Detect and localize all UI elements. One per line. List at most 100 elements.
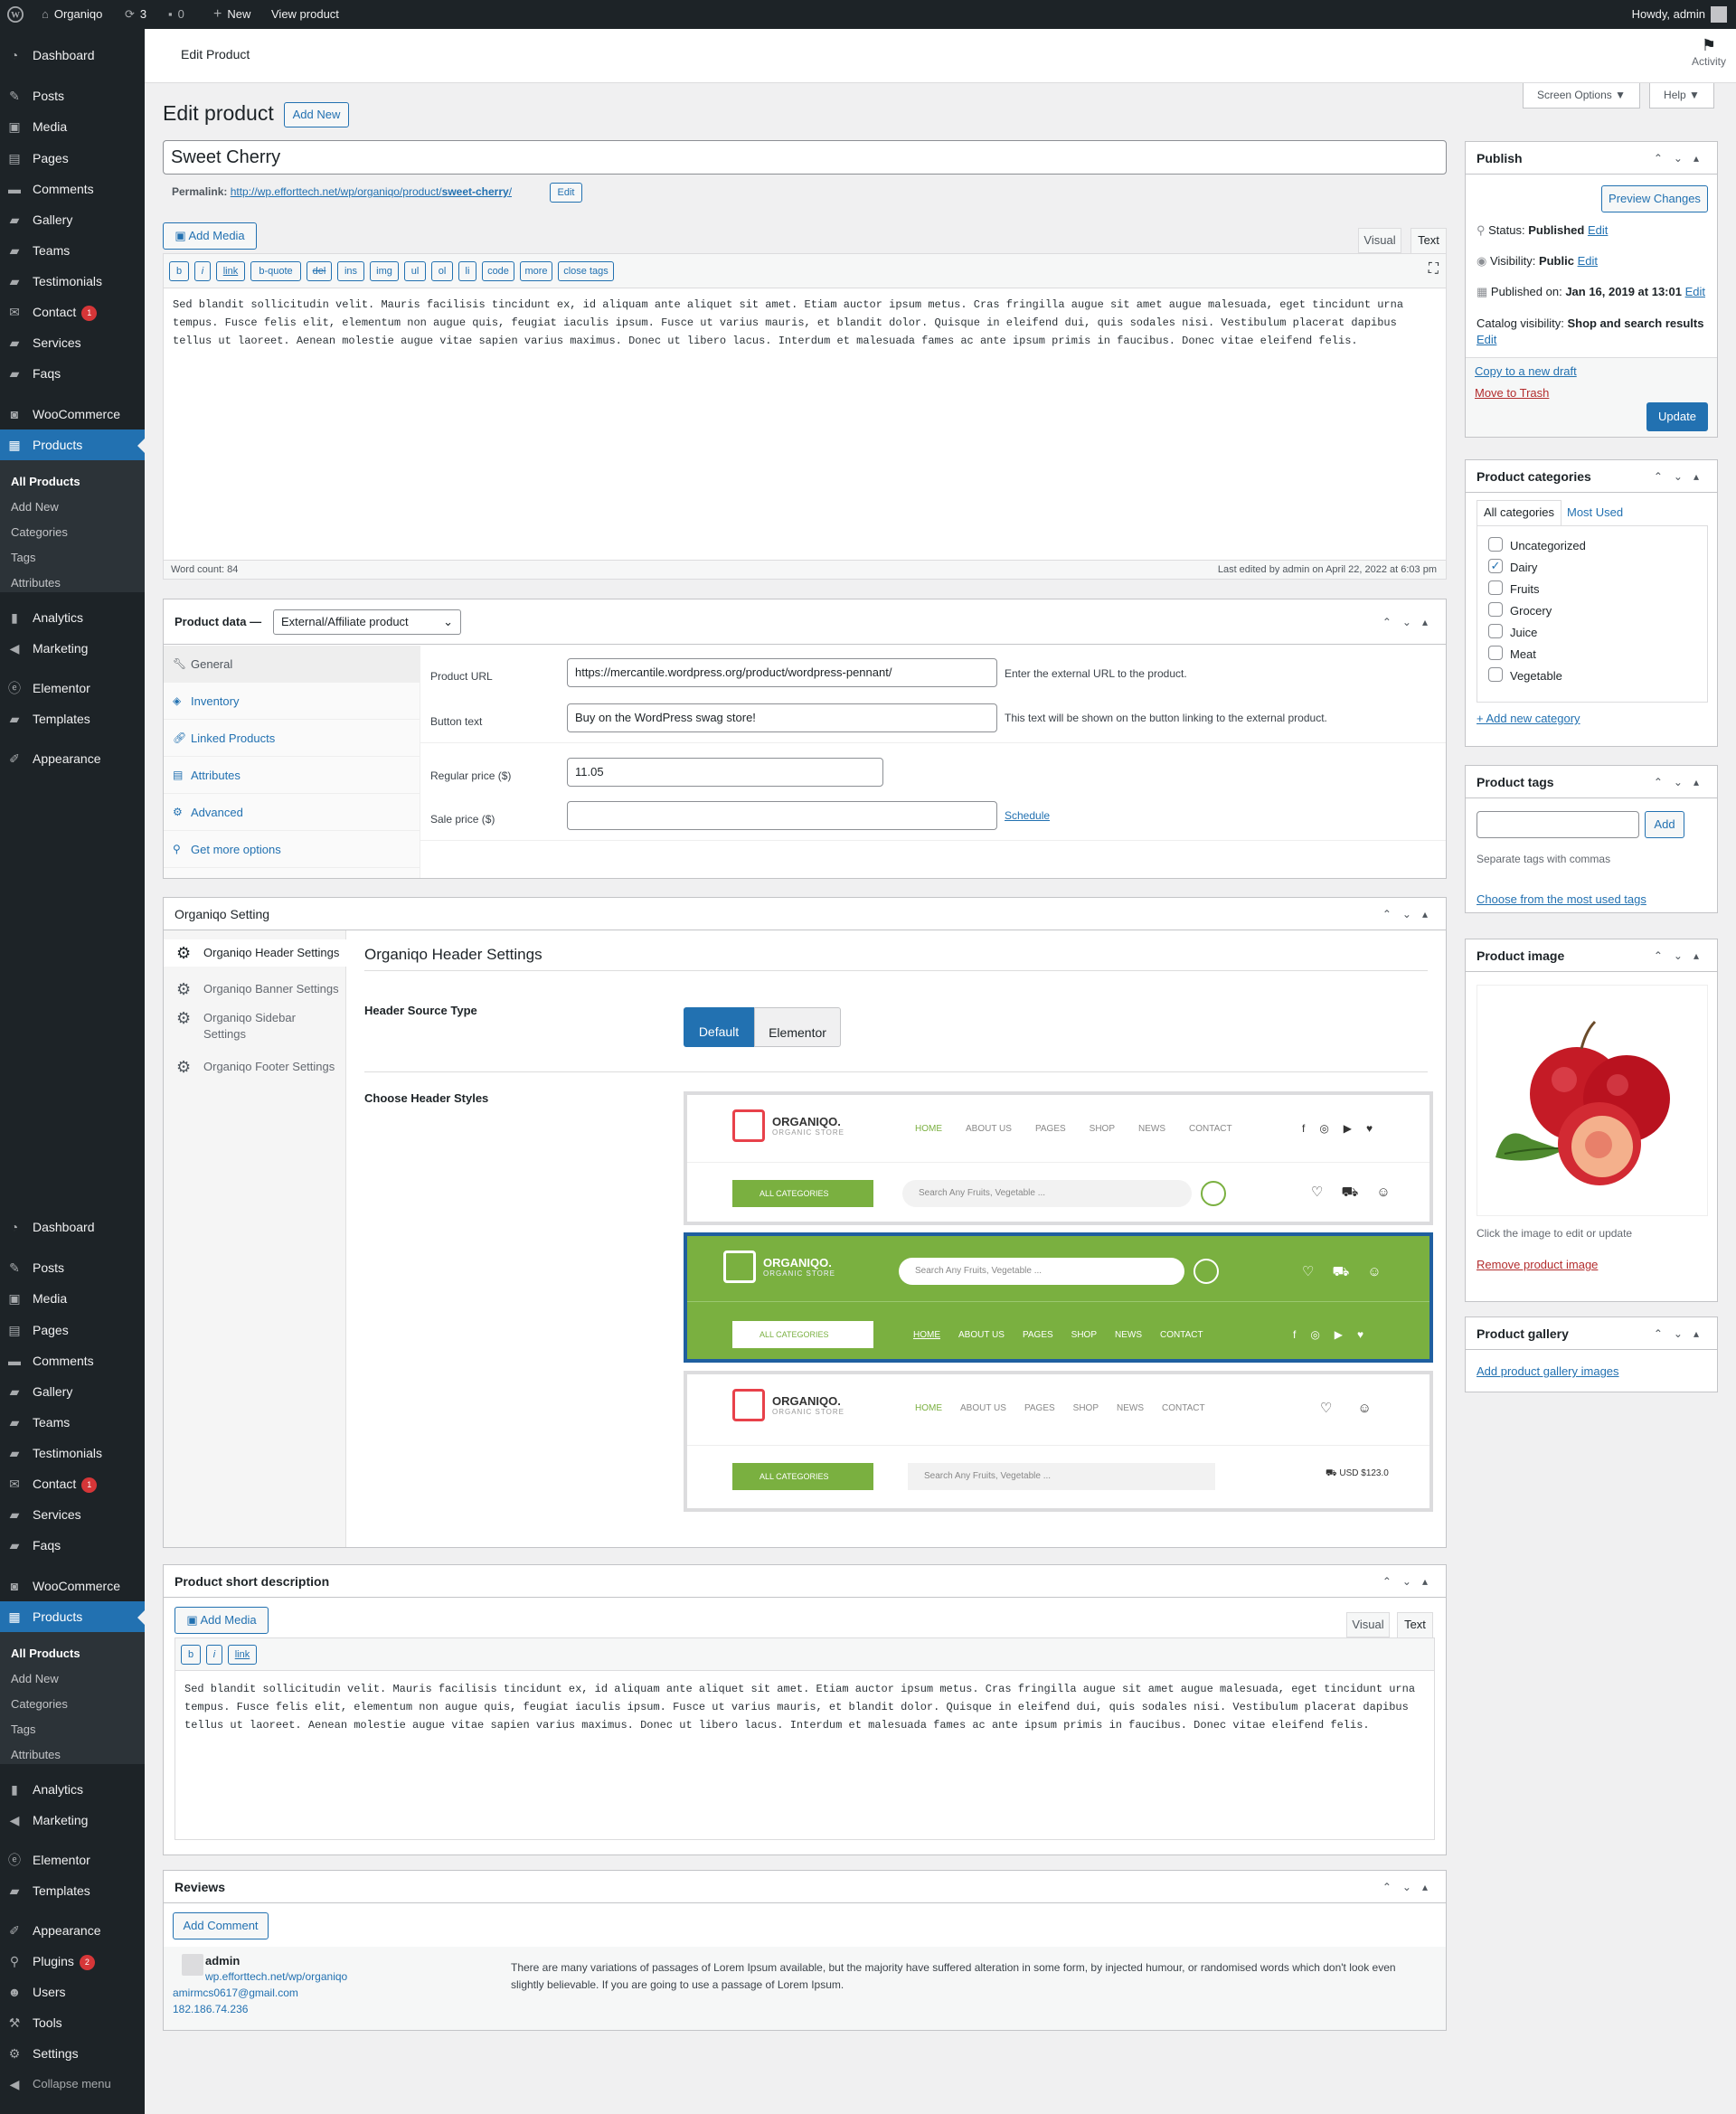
menu-gallery[interactable]: ▰ Gallery bbox=[0, 204, 145, 235]
menu-products[interactable]: ▦ Products bbox=[0, 429, 145, 460]
menu-elementor[interactable]: ⓔ Elementor bbox=[0, 673, 145, 703]
screen-options-button[interactable]: Screen Options ▼ bbox=[1523, 83, 1640, 109]
header-style-3[interactable]: ORGANIQO. ORGANIC STORE HOME ABOUT US PAGES… bbox=[684, 1371, 1433, 1512]
menu-testimonials[interactable]: ▰ Testimonials bbox=[0, 266, 145, 297]
preview-changes-button[interactable]: Preview Changes bbox=[1601, 185, 1708, 212]
product-title-input[interactable]: Sweet Cherry bbox=[163, 140, 1447, 175]
menu-marketing-2[interactable]: ◀ Marketing bbox=[0, 1805, 145, 1836]
edit-visibility-link[interactable]: Edit bbox=[1578, 254, 1598, 268]
menu-analytics-2[interactable]: ▮ Analytics bbox=[0, 1774, 145, 1805]
box-controls[interactable]: ⌃⌄▴ bbox=[1654, 766, 1710, 798]
product-type-select[interactable]: External/Affiliate product ⌄ bbox=[273, 609, 461, 635]
tab-organiqo-header[interactable]: ⚙ Organiqo Header Settings bbox=[164, 939, 346, 967]
tab-linked-products[interactable]: 🔗︎ Linked Products bbox=[164, 720, 420, 757]
menu-settings[interactable]: ⚙ Settings bbox=[0, 2038, 145, 2069]
updates-link[interactable]: ⟳ 3 bbox=[125, 0, 146, 29]
box-controls[interactable]: ⌃⌄▴ bbox=[1382, 898, 1439, 930]
menu-contact-2[interactable]: ✉ Contact 1 bbox=[0, 1468, 145, 1499]
menu-teams-2[interactable]: ▰ Teams bbox=[0, 1407, 145, 1438]
add-new-button[interactable]: Add New bbox=[284, 102, 349, 127]
product-image[interactable] bbox=[1477, 985, 1708, 1216]
box-controls[interactable]: ⌃⌄▴ bbox=[1654, 939, 1710, 972]
tab-all-categories[interactable]: All categories bbox=[1477, 500, 1561, 525]
qt-li[interactable]: li bbox=[458, 261, 476, 281]
update-button[interactable]: Update bbox=[1646, 402, 1708, 431]
button-text-input[interactable]: Buy on the WordPress swag store! bbox=[567, 703, 997, 732]
menu-analytics[interactable]: ▮ Analytics bbox=[0, 602, 145, 633]
my-account-link[interactable]: Howdy, admin bbox=[1632, 0, 1727, 29]
copy-to-draft-link[interactable]: Copy to a new draft bbox=[1475, 364, 1577, 378]
menu-dashboard[interactable]: ◔ Dashboard bbox=[0, 40, 145, 71]
menu-elementor-2[interactable]: ⓔ Elementor bbox=[0, 1845, 145, 1875]
qt-ul[interactable]: ul bbox=[404, 261, 426, 281]
qt-code[interactable]: code bbox=[482, 261, 514, 281]
menu-services-2[interactable]: ▰ Services bbox=[0, 1499, 145, 1530]
site-name-link[interactable]: ⌂ Organiqo bbox=[42, 0, 102, 29]
content-textarea[interactable]: Sed blandit sollicitudin velit. Mauris f… bbox=[173, 296, 1437, 350]
menu-woocommerce[interactable]: ◙ WooCommerce bbox=[0, 399, 145, 429]
qt-link[interactable]: link bbox=[216, 261, 245, 281]
tab-inventory[interactable]: ◈ Inventory bbox=[164, 683, 420, 720]
remove-product-image-link[interactable]: Remove product image bbox=[1477, 1258, 1598, 1271]
category-checkbox-vegetable[interactable] bbox=[1488, 667, 1503, 682]
menu-tools[interactable]: ⚒ Tools bbox=[0, 2007, 145, 2038]
qt-ins[interactable]: ins bbox=[337, 261, 364, 281]
box-controls[interactable]: ⌃⌄▴ bbox=[1654, 1317, 1710, 1350]
permalink-link[interactable]: http://wp.efforttech.net/wp/organiqo/pro… bbox=[231, 185, 512, 198]
menu-plugins[interactable]: ⚲ Plugins 2 bbox=[0, 1946, 145, 1977]
header-style-1[interactable]: ORGANIQO. ORGANIC STORE HOME ABOUT US PAGES… bbox=[684, 1091, 1433, 1225]
source-default-button[interactable]: Default bbox=[684, 1007, 754, 1047]
menu-dashboard-2[interactable]: ◔ Dashboard bbox=[0, 1212, 145, 1242]
edit-catalog-link[interactable]: Edit bbox=[1477, 333, 1496, 346]
qt-bold[interactable]: b bbox=[169, 261, 189, 281]
sale-price-input[interactable] bbox=[567, 801, 997, 830]
review-author-ip[interactable]: 182.186.74.236 bbox=[173, 2003, 248, 2015]
qt-close-tags[interactable]: close tags bbox=[558, 261, 614, 281]
submenu-categories[interactable]: Categories bbox=[11, 520, 68, 545]
menu-teams[interactable]: ▰ Teams bbox=[0, 235, 145, 266]
fullscreen-icon[interactable]: ⛶ bbox=[1429, 261, 1439, 278]
tab-visual[interactable]: Visual bbox=[1346, 1612, 1390, 1637]
menu-posts-2[interactable]: ✎ Posts bbox=[0, 1252, 145, 1283]
category-checkbox-grocery[interactable] bbox=[1488, 602, 1503, 617]
menu-faqs[interactable]: ▰ Faqs bbox=[0, 358, 145, 389]
source-elementor-button[interactable]: Elementor bbox=[754, 1007, 841, 1047]
help-button[interactable]: Help ▼ bbox=[1649, 83, 1714, 109]
submenu-add-new[interactable]: Add New bbox=[11, 1666, 59, 1692]
tab-text[interactable]: Text bbox=[1397, 1612, 1433, 1638]
activity-button[interactable]: ⚑ Activity bbox=[1682, 29, 1736, 83]
tab-organiqo-sidebar[interactable]: ⚙ Organiqo Sidebar Settings bbox=[164, 1010, 345, 1043]
menu-templates[interactable]: ▰ Templates bbox=[0, 703, 145, 734]
menu-appearance-2[interactable]: ✐ Appearance bbox=[0, 1915, 145, 1946]
submenu-tags[interactable]: Tags bbox=[11, 545, 35, 571]
submenu-tags[interactable]: Tags bbox=[11, 1717, 35, 1742]
qt-del[interactable]: del bbox=[307, 261, 332, 281]
box-controls[interactable]: ⌃⌄▴ bbox=[1654, 142, 1710, 175]
product-url-input[interactable]: https://mercantile.wordpress.org/product… bbox=[567, 658, 997, 687]
move-to-trash-link[interactable]: Move to Trash bbox=[1475, 386, 1549, 400]
box-controls[interactable]: ⌃⌄▴ bbox=[1654, 460, 1710, 493]
review-author-site[interactable]: wp.efforttech.net/wp/organiqo bbox=[205, 1970, 347, 1983]
schedule-link[interactable]: Schedule bbox=[1005, 809, 1050, 822]
regular-price-input[interactable]: 11.05 bbox=[567, 758, 883, 787]
qt-bquote[interactable]: b-quote bbox=[250, 261, 301, 281]
tab-advanced[interactable]: ⚙ Advanced bbox=[164, 794, 420, 831]
menu-comments-2[interactable]: ▬ Comments bbox=[0, 1345, 145, 1376]
box-controls[interactable]: ⌃⌄▴ bbox=[1382, 1871, 1439, 1903]
menu-faqs-2[interactable]: ▰ Faqs bbox=[0, 1530, 145, 1561]
edit-date-link[interactable]: Edit bbox=[1685, 285, 1705, 298]
tab-text[interactable]: Text bbox=[1410, 228, 1447, 254]
menu-pages-2[interactable]: ▤ Pages bbox=[0, 1315, 145, 1345]
menu-posts[interactable]: ✎ Posts bbox=[0, 80, 145, 111]
category-checkbox-fruits[interactable] bbox=[1488, 580, 1503, 595]
submenu-attributes[interactable]: Attributes bbox=[11, 1742, 61, 1768]
tab-organiqo-banner[interactable]: ⚙ Organiqo Banner Settings bbox=[164, 976, 345, 1003]
menu-gallery-2[interactable]: ▰ Gallery bbox=[0, 1376, 145, 1407]
menu-comments[interactable]: ▬ Comments bbox=[0, 174, 145, 204]
tab-organiqo-footer[interactable]: ⚙ Organiqo Footer Settings bbox=[164, 1053, 345, 1081]
edit-permalink-button[interactable]: Edit bbox=[550, 183, 582, 203]
menu-media-2[interactable]: ▣ Media bbox=[0, 1283, 145, 1314]
tab-get-more-options[interactable]: ⚲ Get more options bbox=[164, 831, 420, 868]
box-controls[interactable]: ⌃⌄▴ bbox=[1382, 599, 1439, 645]
new-content-link[interactable]: + New bbox=[213, 0, 250, 29]
